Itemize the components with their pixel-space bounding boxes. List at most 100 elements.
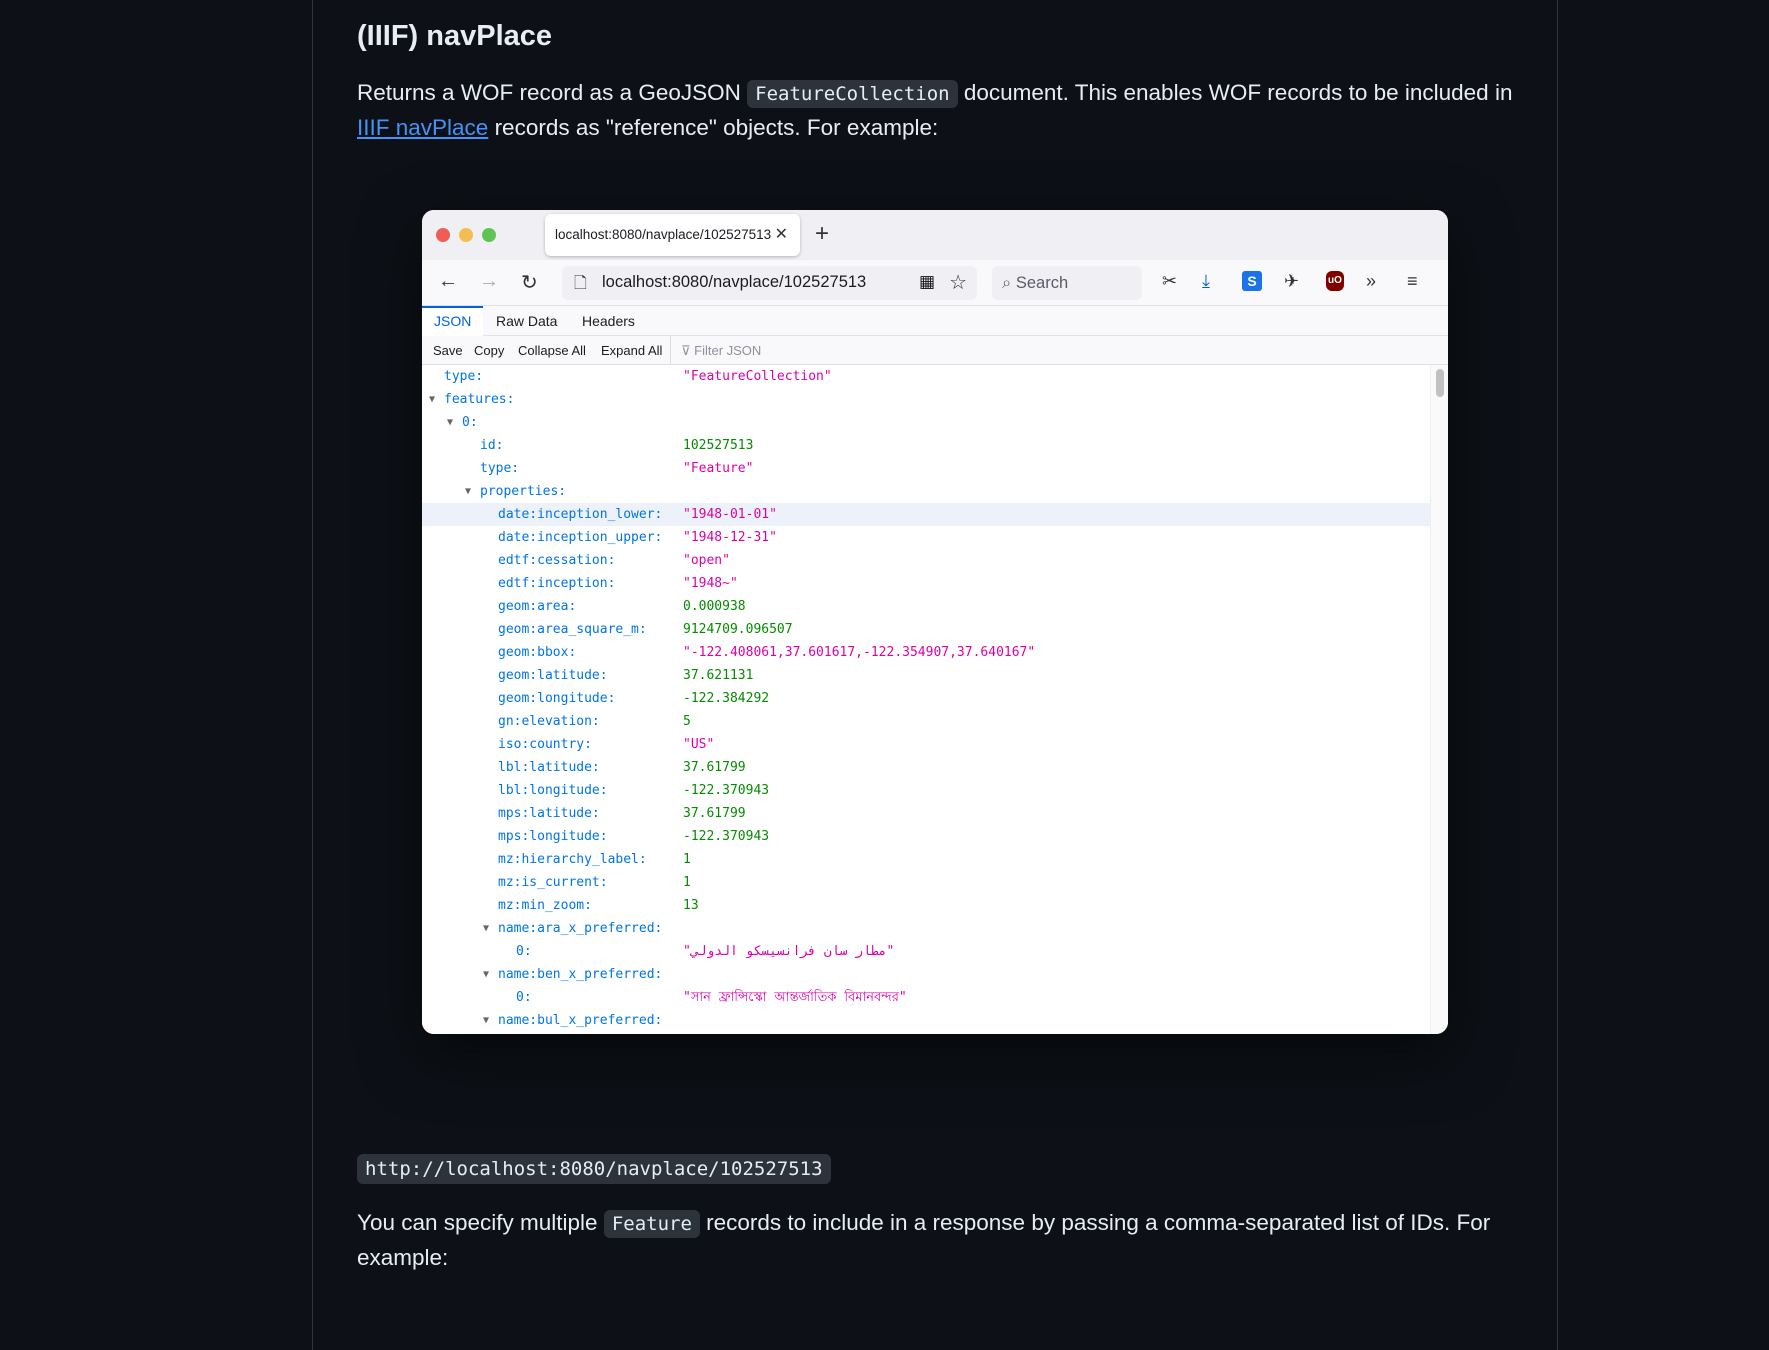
json-key: 0: [462, 415, 478, 430]
expand-toggle-icon[interactable]: ▼ [465, 480, 471, 503]
json-value: 102527513 [683, 438, 754, 453]
json-key: iso:country: [498, 737, 592, 752]
json-row[interactable]: geom:latitude: 37.621131 [422, 664, 1430, 687]
json-row[interactable]: mps:latitude: 37.61799 [422, 802, 1430, 825]
page-icon: 🗋 [574, 275, 587, 292]
json-row[interactable]: ▼ name:ara_x_preferred: [422, 917, 1430, 940]
inline-code-featurecollection: FeatureCollection [747, 80, 958, 108]
json-row[interactable]: iso:country: "US" [422, 733, 1430, 756]
json-key: mps:latitude: [498, 806, 600, 821]
url-text[interactable]: localhost:8080/navplace/102527513 [602, 273, 866, 292]
expand-toggle-icon[interactable]: ▼ [483, 963, 489, 986]
json-row[interactable]: mz:is_current: 1 [422, 871, 1430, 894]
code-example-single: http://localhost:8080/navplace/102527513 [357, 1154, 831, 1184]
bird-extension-icon[interactable]: ✈ [1284, 271, 1299, 292]
expand-toggle-icon[interactable]: ▼ [447, 411, 453, 434]
scrollbar-thumb[interactable] [1436, 369, 1444, 397]
json-row[interactable]: ▼ name:bul_x_preferred: [422, 1009, 1430, 1032]
hamburger-icon[interactable]: ≡ [1407, 271, 1418, 292]
section-heading: (IIIF) navPlace [357, 20, 553, 52]
json-row[interactable]: id: 102527513 [422, 434, 1430, 457]
new-tab-plus-icon[interactable]: + [815, 220, 829, 248]
reload-icon[interactable]: ↻ [521, 270, 538, 295]
json-row[interactable]: geom:area_square_m: 9124709.096507 [422, 618, 1430, 641]
json-row[interactable]: ▼ 0: [422, 411, 1430, 434]
arrow-left-icon[interactable]: ← [438, 270, 458, 293]
s-extension-icon[interactable]: S [1242, 271, 1262, 291]
json-row[interactable]: 0: "সান ফ্রান্সিস্কো আন্তর্জাতিক বিমানবন্… [422, 986, 1430, 1009]
scrollbar[interactable] [1430, 365, 1448, 1034]
tab-headers[interactable]: Headers [582, 306, 635, 336]
minimize-window-dot[interactable] [459, 228, 473, 242]
json-row[interactable]: ▼ features: [422, 388, 1430, 411]
json-value: "FeatureCollection" [683, 369, 832, 384]
collapse-all-button[interactable]: Collapse All [518, 336, 586, 365]
json-row[interactable]: mps:longitude: -122.370943 [422, 825, 1430, 848]
json-row[interactable]: 0: "مطار سان فرانسيسكو الدولي" [422, 940, 1430, 963]
url-bar[interactable]: 🗋 localhost:8080/navplace/102527513 ▦ ☆ [562, 266, 977, 300]
json-row[interactable]: geom:area: 0.000938 [422, 595, 1430, 618]
json-row[interactable]: edtf:inception: "1948~" [422, 572, 1430, 595]
download-icon[interactable]: ⤓ [1202, 271, 1210, 292]
text-span: Returns a WOF record as a GeoJSON [357, 80, 748, 105]
json-key: name:bul_x_preferred: [498, 1013, 663, 1028]
json-row[interactable]: lbl:latitude: 37.61799 [422, 756, 1430, 779]
json-value: "-122.408061,37.601617,-122.354907,37.64… [683, 645, 1036, 660]
browser-titlebar: localhost:8080/navplace/102527513 ✕ + [422, 210, 1448, 260]
inline-code-feature: Feature [603, 1210, 700, 1238]
star-icon[interactable]: ☆ [949, 270, 967, 295]
expand-all-button[interactable]: Expand All [601, 336, 662, 365]
json-row[interactable]: mz:hierarchy_label: 1 [422, 848, 1430, 871]
json-key: id: [480, 438, 504, 453]
json-value: "Feature" [683, 461, 754, 476]
copy-button[interactable]: Copy [474, 336, 504, 365]
json-value: 1 [683, 875, 691, 890]
json-key: mz:is_current: [498, 875, 608, 890]
json-row[interactable]: type: "Feature" [422, 457, 1430, 480]
arrow-right-icon[interactable]: → [479, 270, 499, 293]
json-row[interactable]: gn:elevation: 5 [422, 710, 1430, 733]
maximize-window-dot[interactable] [482, 228, 496, 242]
json-value: "US" [683, 737, 715, 752]
json-row[interactable]: ▼ name:ben_x_preferred: [422, 963, 1430, 986]
search-box[interactable]: ⌕ Search [992, 266, 1142, 300]
json-key: type: [444, 369, 484, 384]
shield-icon[interactable]: uO [1326, 271, 1344, 291]
json-value: "1948-01-01" [683, 507, 777, 522]
expand-toggle-icon[interactable]: ▼ [483, 1009, 489, 1032]
json-row[interactable]: mz:min_zoom: 13 [422, 894, 1430, 917]
json-key: edtf:inception: [498, 576, 616, 591]
text-span: You can specify multiple [357, 1210, 604, 1235]
json-row[interactable]: type: "FeatureCollection" [422, 365, 1430, 388]
json-row[interactable]: ▼ properties: [422, 480, 1430, 503]
save-button[interactable]: Save [433, 336, 463, 365]
json-key: geom:latitude: [498, 668, 608, 683]
json-key: properties: [480, 484, 567, 499]
json-key: geom:area_square_m: [498, 622, 647, 637]
json-row[interactable]: date:inception_lower: "1948-01-01" [422, 503, 1430, 526]
json-toolbar: Save Copy Collapse All Expand All ⊽ Filt… [422, 336, 1448, 365]
qr-code-icon[interactable]: ▦ [919, 272, 935, 292]
json-row[interactable]: geom:longitude: -122.384292 [422, 687, 1430, 710]
tab-raw-data[interactable]: Raw Data [496, 306, 557, 336]
close-window-dot[interactable] [436, 228, 450, 242]
json-key: mz:min_zoom: [498, 898, 592, 913]
json-row[interactable]: lbl:longitude: -122.370943 [422, 779, 1430, 802]
json-value: "open" [683, 553, 730, 568]
json-row[interactable]: date:inception_upper: "1948-12-31" [422, 526, 1430, 549]
expand-toggle-icon[interactable]: ▼ [483, 917, 489, 940]
scissors-icon[interactable]: ✂ [1162, 271, 1177, 292]
expand-toggle-icon[interactable]: ▼ [429, 388, 435, 411]
json-value: 37.621131 [683, 668, 754, 683]
tab-json[interactable]: JSON [422, 306, 484, 336]
chevrons-right-icon[interactable]: » [1366, 271, 1376, 292]
json-row[interactable]: geom:bbox: "-122.408061,37.601617,-122.35… [422, 641, 1430, 664]
iiif-navplace-link[interactable]: IIIF navPlace [357, 115, 488, 140]
json-row[interactable]: edtf:cessation: "open" [422, 549, 1430, 572]
close-icon[interactable]: ✕ [775, 214, 788, 256]
search-placeholder: Search [1015, 274, 1069, 292]
json-key: 0: [516, 944, 532, 959]
browser-tab[interactable]: localhost:8080/navplace/102527513 ✕ [545, 214, 800, 256]
json-key: type: [480, 461, 520, 476]
filter-json-input[interactable]: ⊽ Filter JSON [670, 336, 761, 365]
